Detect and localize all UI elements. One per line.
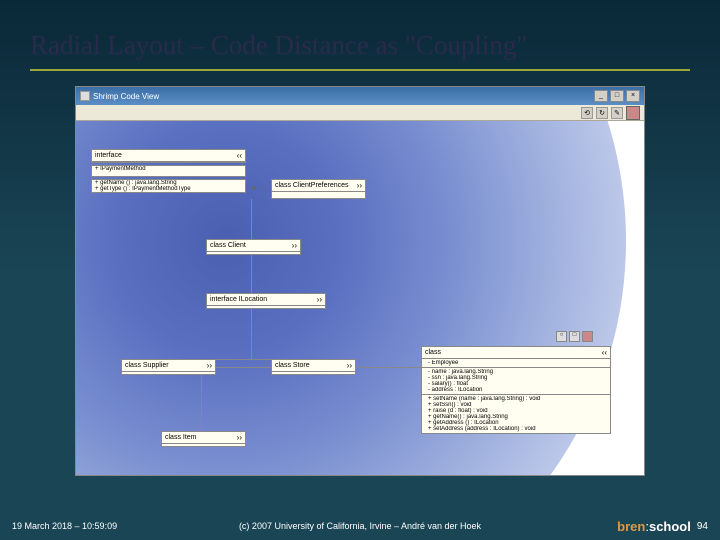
slide-footer: 19 March 2018 – 10:59:09 (c) 2007 Univer…: [0, 512, 720, 540]
footer-copyright: (c) 2007 University of California, Irvin…: [239, 521, 481, 531]
window-icon: [80, 91, 90, 101]
expand-icon[interactable]: ››: [237, 433, 242, 442]
payment-label: + IPaymentMethod: [92, 166, 245, 172]
redo-icon[interactable]: ↻: [596, 107, 608, 119]
connector: [356, 367, 421, 368]
connector: [251, 255, 252, 293]
title-underline: [30, 69, 690, 71]
uml-interface-box[interactable]: interface ‹‹: [91, 149, 246, 163]
square-icon[interactable]: □: [569, 331, 580, 342]
bren-logo: bren:school: [617, 519, 691, 534]
edit-icon[interactable]: ✎: [611, 107, 623, 119]
uml-employee-box[interactable]: class‹‹ - Employee - name : java.lang.St…: [421, 346, 611, 434]
logo-bren-text: bren: [617, 519, 645, 534]
circle-icon[interactable]: ○: [556, 331, 567, 342]
employee-class-label: class: [425, 349, 441, 356]
uml-methods-box[interactable]: + getName () : java.lang.String + getTyp…: [91, 179, 246, 193]
footer-datetime: 19 March 2018 – 10:59:09: [12, 521, 117, 531]
minimize-button[interactable]: _: [594, 90, 608, 102]
method-2: + getType () : IPaymentMethodType: [92, 186, 245, 192]
page-number: 94: [697, 521, 708, 532]
slide-title: Radial Layout – Code Distance as "Coupli…: [0, 0, 720, 69]
avatar-icon[interactable]: [582, 331, 593, 342]
minimize-icon[interactable]: ‹‹: [602, 348, 607, 357]
expand-icon[interactable]: ››: [317, 295, 322, 304]
toolbar: ⟲ ↻ ✎: [76, 105, 644, 121]
expand-icon[interactable]: ››: [357, 181, 362, 190]
store-label: class Store: [275, 362, 310, 369]
refresh-icon[interactable]: ⟲: [581, 107, 593, 119]
connector: [251, 199, 252, 239]
close-button[interactable]: ×: [626, 90, 640, 102]
uml-client-box[interactable]: class Client ››: [206, 239, 301, 255]
clientprefs-label: class ClientPreferences: [275, 182, 349, 189]
emp-field-4: - address : ILocation: [425, 387, 607, 393]
diagram-canvas[interactable]: interface ‹‹ + IPaymentMethod + getName (…: [76, 121, 644, 476]
uml-clientprefs-box[interactable]: class ClientPreferences ››: [271, 179, 366, 199]
supplier-label: class Supplier: [125, 362, 169, 369]
uml-ilocation-box[interactable]: interface ILocation ››: [206, 293, 326, 309]
expand-icon[interactable]: ››: [292, 241, 297, 250]
minimize-icon[interactable]: ‹‹: [237, 151, 242, 160]
window-title: Shrimp Code View: [93, 92, 594, 101]
uml-store-box[interactable]: class Store ››: [271, 359, 356, 375]
embedded-screenshot: Shrimp Code View _ □ × ⟲ ↻ ✎ interface ‹‹…: [75, 86, 645, 476]
client-label: class Client: [210, 242, 246, 249]
maximize-button[interactable]: □: [610, 90, 624, 102]
plus-icon: +: [259, 183, 264, 192]
user-avatar[interactable]: [626, 106, 640, 120]
item-label: class Item: [165, 434, 197, 441]
uml-item-box[interactable]: class Item ››: [161, 431, 246, 447]
connector: [216, 367, 271, 368]
employee-name: - Employee: [425, 360, 607, 366]
ilocation-label: interface ILocation: [210, 296, 267, 303]
connector: [201, 375, 202, 431]
logo-school-text: school: [649, 519, 691, 534]
window-titlebar: Shrimp Code View _ □ ×: [76, 87, 644, 105]
expand-icon[interactable]: ››: [347, 361, 352, 370]
connector: [166, 359, 271, 360]
uml-payment-box[interactable]: + IPaymentMethod: [91, 165, 246, 177]
uml-supplier-box[interactable]: class Supplier ››: [121, 359, 216, 375]
employee-toolbar: ○ □: [556, 331, 593, 342]
emp-method-6: + setAddress (address : ILocation) : voi…: [425, 426, 607, 432]
arrow-icon: ◄: [249, 183, 257, 192]
connector: [251, 309, 252, 359]
interface-label: interface: [95, 152, 122, 159]
expand-icon[interactable]: ››: [207, 361, 212, 370]
